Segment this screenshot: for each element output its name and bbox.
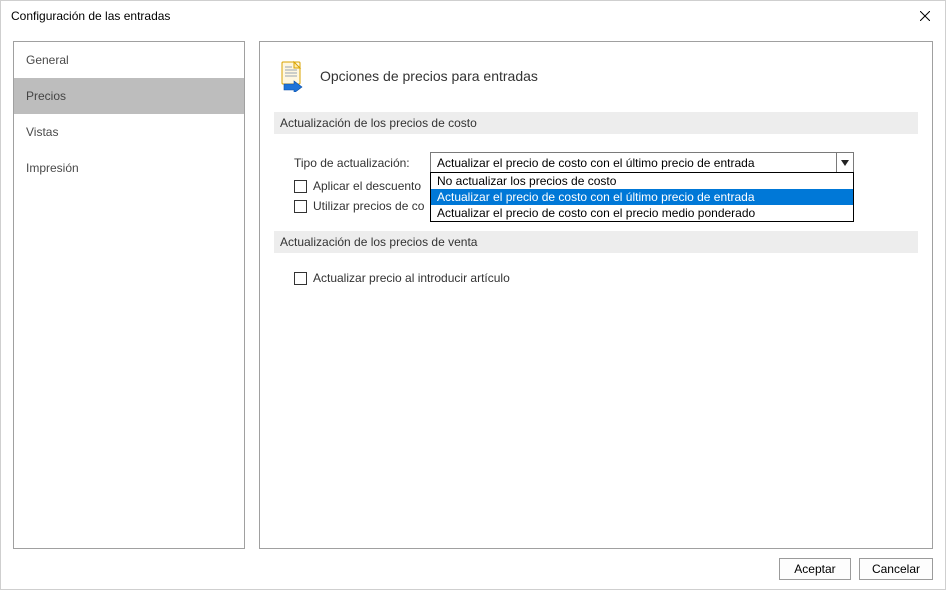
apply-discount-label: Aplicar el descuento bbox=[313, 179, 421, 193]
use-cost-prices-checkbox[interactable] bbox=[294, 200, 307, 213]
update-on-insert-checkbox[interactable] bbox=[294, 272, 307, 285]
update-type-combo-wrap: Actualizar el precio de costo con el últ… bbox=[430, 152, 854, 173]
update-on-insert-row: Actualizar precio al introducir artículo bbox=[294, 271, 918, 285]
cost-group-body: Tipo de actualización: Actualizar el pre… bbox=[274, 144, 918, 221]
titlebar: Configuración de las entradas bbox=[1, 1, 945, 31]
dialog-body: General Precios Vistas Impresión bbox=[1, 31, 945, 589]
content-panel: Opciones de precios para entradas Actual… bbox=[259, 41, 933, 549]
sidebar-item-vistas[interactable]: Vistas bbox=[14, 114, 244, 150]
close-icon bbox=[920, 11, 930, 21]
update-type-combo[interactable]: Actualizar el precio de costo con el últ… bbox=[430, 152, 854, 173]
chevron-down-icon bbox=[841, 160, 849, 166]
close-button[interactable] bbox=[905, 1, 945, 31]
update-type-row: Tipo de actualización: Actualizar el pre… bbox=[294, 152, 918, 173]
page-header: Opciones de precios para entradas bbox=[274, 56, 918, 102]
sidebar-item-general[interactable]: General bbox=[14, 42, 244, 78]
document-arrow-icon bbox=[278, 60, 310, 92]
accept-button[interactable]: Aceptar bbox=[779, 558, 851, 580]
combo-caret-button[interactable] bbox=[836, 153, 853, 172]
update-type-dropdown[interactable]: No actualizar los precios de costo Actua… bbox=[430, 172, 854, 222]
sidebar-item-precios[interactable]: Precios bbox=[14, 78, 244, 114]
update-type-label: Tipo de actualización: bbox=[294, 156, 422, 170]
update-type-value: Actualizar el precio de costo con el últ… bbox=[437, 156, 832, 170]
combo-option-1[interactable]: Actualizar el precio de costo con el últ… bbox=[431, 189, 853, 205]
use-cost-prices-label: Utilizar precios de co bbox=[313, 199, 424, 213]
sidebar-item-impresion[interactable]: Impresión bbox=[14, 150, 244, 186]
dialog-window: Configuración de las entradas General Pr… bbox=[0, 0, 946, 590]
window-title: Configuración de las entradas bbox=[11, 9, 905, 23]
page-title: Opciones de precios para entradas bbox=[320, 68, 538, 84]
apply-discount-checkbox[interactable] bbox=[294, 180, 307, 193]
cancel-button[interactable]: Cancelar bbox=[859, 558, 933, 580]
combo-option-2[interactable]: Actualizar el precio de costo con el pre… bbox=[431, 205, 853, 221]
sales-group-body: Actualizar precio al introducir artículo bbox=[274, 263, 918, 293]
update-on-insert-label: Actualizar precio al introducir artículo bbox=[313, 271, 510, 285]
panels-row: General Precios Vistas Impresión bbox=[1, 31, 945, 549]
footer: Aceptar Cancelar bbox=[1, 549, 945, 589]
combo-option-0[interactable]: No actualizar los precios de costo bbox=[431, 173, 853, 189]
sidebar: General Precios Vistas Impresión bbox=[13, 41, 245, 549]
cost-group-header: Actualización de los precios de costo bbox=[274, 112, 918, 134]
sales-group-header: Actualización de los precios de venta bbox=[274, 231, 918, 253]
